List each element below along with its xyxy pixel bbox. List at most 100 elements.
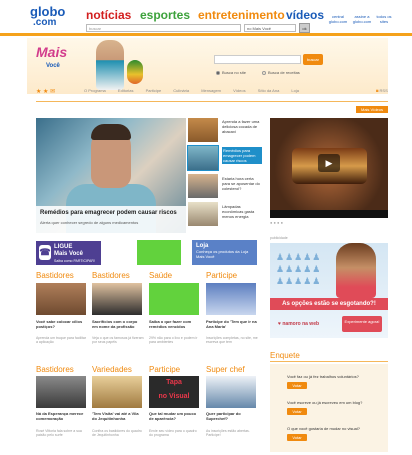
card-headline[interactable]: Sacrifícios com o corpo em nome da profi…	[92, 319, 144, 329]
loja-banner[interactable]: Loja Conheça os produtos da Loja Mais Vo…	[192, 240, 257, 265]
section-title[interactable]: Bastidores	[92, 271, 130, 280]
vote-button[interactable]: Votar	[287, 408, 307, 415]
section-title[interactable]: Bastidores	[36, 271, 74, 280]
rss-icon: ◙	[376, 88, 379, 93]
globo-search-input[interactable]: buscar	[86, 24, 241, 32]
menu-programa[interactable]: O Programa	[84, 88, 106, 93]
side-news-item[interactable]: Aprenda a fazer uma deliciosa cocada de …	[222, 119, 262, 134]
ad-brand-text: namoro na web	[282, 321, 320, 327]
featured-subtitle: Alerta quer conhecer segredo de alguns m…	[40, 220, 139, 225]
radio-label: Busca de receitas	[268, 70, 300, 75]
card-image[interactable]	[92, 283, 142, 315]
ligue-label: LIGUE	[54, 244, 73, 250]
menu-mensagem[interactable]: Mensagem	[201, 88, 221, 93]
people-icons: ♟♟♟♟♟ ♟♟♟♟♟ ♟♟♟♟♟	[276, 252, 322, 286]
side-news-item[interactable]: Remédios para emagrecer podem causar ris…	[222, 147, 262, 164]
link-todos-sites[interactable]: todos os sites	[376, 14, 392, 24]
card-headline[interactable]: Participe do 'Tem que ir na Ana Maria'	[206, 319, 258, 329]
heart-icon: ♥	[278, 321, 281, 327]
tapa-no-visual-image[interactable]: Tapa no Visual	[149, 376, 199, 408]
card-headline[interactable]: Saiba o que fazer com remédios vencidos	[149, 319, 201, 329]
mais-videos-button[interactable]: Mais Vídeos	[356, 106, 388, 113]
nav-videos[interactable]: vídeos	[286, 8, 324, 22]
section-title[interactable]: Super chef	[206, 365, 245, 374]
card-summary: Aprenda um truque para facilitar a aplic…	[36, 336, 86, 344]
section-title[interactable]: Saúde	[149, 271, 172, 280]
nav-esportes[interactable]: esportes	[140, 8, 190, 22]
main-menu: O Programa Editorias Participe Culinária…	[84, 88, 364, 97]
menu-participe[interactable]: Participe	[146, 88, 162, 93]
poll-divider	[270, 361, 388, 362]
ligue-subtext: Saiba como PARTICIPAR!	[54, 259, 95, 263]
site-search-button[interactable]: buscar	[303, 54, 323, 65]
link-central[interactable]: central globo.com	[328, 14, 348, 24]
card-summary: As inscrições estão abertas. Participe!	[206, 429, 250, 437]
card-headline[interactable]: Você sabe colocar cílios postiços?	[36, 319, 88, 329]
host-photo	[96, 40, 124, 90]
globo-search-button[interactable]: ok	[299, 23, 310, 33]
side-news-item[interactable]: Estaria hora certa para se aposentar do …	[222, 176, 262, 191]
card-summary: Inscrições completas, no site, me escrev…	[206, 336, 258, 344]
section-title[interactable]: Participe	[149, 365, 180, 374]
ad-headline: As opções estão se esgotando?!	[270, 298, 388, 310]
namoro-ad-banner[interactable]: ♟♟♟♟♟ ♟♟♟♟♟ ♟♟♟♟♟ As opções estão se esgot…	[270, 243, 388, 338]
poll-question: O que você gostaria de mudar no visual?	[287, 426, 360, 431]
vote-button[interactable]: Votar	[287, 434, 307, 441]
link-assine[interactable]: assine a globo.com	[351, 14, 373, 24]
person-thumb[interactable]	[188, 202, 218, 226]
menu-sitio-ana[interactable]: Sítio da Ana	[258, 88, 280, 93]
card-image[interactable]	[36, 283, 86, 315]
radio-dot-icon	[262, 71, 266, 75]
ad-cta-button[interactable]: Experimente agora!	[342, 316, 382, 332]
parrot-mascot	[127, 60, 143, 84]
card-image[interactable]	[149, 283, 199, 315]
card-headline[interactable]: Que tal mudar um pouco de aparência?	[149, 411, 201, 421]
card-summary: Envie seu vídeo para o quadro do program…	[149, 429, 197, 437]
side-news-item[interactable]: Lâmpadas econômicas gasta menos energia	[222, 204, 262, 219]
food-thumb[interactable]	[188, 118, 218, 142]
woman-photo	[336, 243, 376, 298]
card-image[interactable]	[206, 283, 256, 315]
card-summary: 29% não para o lixo e podem ir para ambi…	[149, 336, 198, 344]
radio-recipe-search[interactable]: Busca de receitas	[262, 70, 300, 75]
radio-dot-icon	[216, 71, 220, 75]
doctor-hair	[91, 124, 131, 140]
section-title[interactable]: Bastidores	[36, 365, 74, 374]
ligue-mais-voce-banner[interactable]: ☎ LIGUE Mais Você Saiba como PARTICIPAR!	[36, 241, 101, 265]
menu-culinaria[interactable]: Culinária	[173, 88, 189, 93]
globo-logo[interactable]: globo .com	[30, 5, 65, 28]
card-headline[interactable]: 'Tem Visita' vai até a Vila do Jequitinh…	[92, 411, 144, 421]
video-pagination[interactable]: ● ● ● ●	[270, 220, 283, 225]
nav-entretenimento[interactable]: entretenimento	[198, 8, 285, 22]
menu-divider	[36, 101, 388, 102]
card-image[interactable]	[36, 376, 86, 408]
rss-label: RSS	[379, 88, 388, 93]
nav-noticias[interactable]: notícias	[86, 8, 131, 22]
phone-icon: ☎	[39, 245, 51, 260]
section-title[interactable]: Participe	[206, 271, 237, 280]
card-headline[interactable]: Ná da Esperança merece comemoração	[36, 411, 88, 421]
rss-link[interactable]: ◙ RSS	[376, 88, 388, 93]
card-image[interactable]	[92, 376, 142, 408]
radio-site-search[interactable]: Busca no site	[216, 70, 246, 75]
menu-loja[interactable]: Loja	[291, 88, 299, 93]
video-player[interactable]: ▶	[270, 118, 388, 210]
search-scope-select[interactable]: no Mais Você	[244, 24, 296, 32]
play-icon[interactable]: ▶	[318, 154, 340, 172]
featured-title[interactable]: Remédios para emagrecer podem causar ris…	[40, 210, 185, 216]
mais-voce-logo[interactable]: Mais Você	[36, 45, 67, 73]
card-image[interactable]	[206, 376, 256, 408]
card-headline[interactable]: Quer participar do Superchef?	[206, 411, 258, 421]
ad-brand: ♥ namoro na web	[278, 321, 319, 327]
site-search-input[interactable]	[214, 55, 301, 64]
video-controls[interactable]	[270, 210, 388, 218]
person-thumb[interactable]	[188, 174, 218, 198]
menu-editorias[interactable]: Editorias	[118, 88, 134, 93]
vote-button[interactable]: Votar	[287, 382, 307, 389]
section-title[interactable]: Variedades	[92, 365, 132, 374]
menu-videos[interactable]: Vídeos	[233, 88, 245, 93]
card-summary: Veja o que os famosos já fizeram por seu…	[92, 336, 144, 344]
green-banner-placeholder[interactable]	[137, 240, 181, 265]
doctor-thumb[interactable]	[187, 145, 219, 171]
card-summary: Rosé Vittoria fala sobre a sua paixão pe…	[36, 429, 82, 437]
